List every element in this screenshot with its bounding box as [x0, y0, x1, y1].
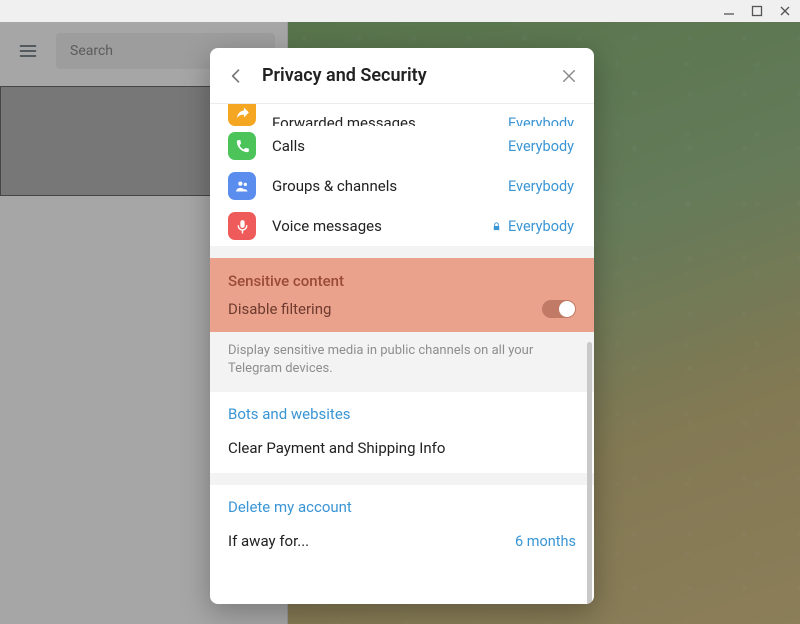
window-close-button[interactable] — [778, 4, 792, 18]
privacy-row-label: Groups & channels — [272, 177, 508, 195]
group-icon — [228, 172, 256, 200]
back-button[interactable] — [224, 64, 248, 88]
modal-body: Forwarded messagesEverybodyCallsEverybod… — [210, 104, 594, 604]
sensitive-content-description: Display sensitive media in public channe… — [210, 332, 594, 392]
window-minimize-button[interactable] — [722, 4, 736, 18]
if-away-label: If away for... — [228, 532, 515, 550]
app-window: Search ssaging Privacy and Security Forw… — [0, 0, 800, 624]
disable-filtering-label: Disable filtering — [228, 300, 542, 318]
delete-account-section: Delete my account If away for... 6 month… — [210, 485, 594, 566]
section-separator — [210, 246, 594, 258]
sensitive-content-section: Sensitive content Disable filtering — [210, 258, 594, 332]
window-titlebar — [0, 0, 800, 22]
modal-scroll: Forwarded messagesEverybodyCallsEverybod… — [210, 104, 594, 604]
clear-payment-row[interactable]: Clear Payment and Shipping Info — [210, 429, 594, 473]
modal-header: Privacy and Security — [210, 48, 594, 104]
privacy-security-modal: Privacy and Security Forwarded messagesE… — [210, 48, 594, 604]
privacy-row-forward[interactable]: Forwarded messagesEverybody — [210, 104, 594, 126]
clear-payment-label: Clear Payment and Shipping Info — [228, 439, 576, 457]
if-away-row[interactable]: If away for... 6 months — [210, 522, 594, 566]
phone-icon — [228, 132, 256, 160]
bots-section: Bots and websites Clear Payment and Ship… — [210, 392, 594, 473]
if-away-value: 6 months — [515, 533, 576, 550]
mic-icon — [228, 212, 256, 240]
privacy-row-group[interactable]: Groups & channelsEverybody — [210, 166, 594, 206]
privacy-row-label: Voice messages — [272, 217, 491, 235]
sensitive-content-header: Sensitive content — [210, 258, 594, 300]
disable-filtering-row[interactable]: Disable filtering — [210, 300, 594, 332]
modal-scrollbar[interactable] — [587, 342, 592, 604]
privacy-row-value: Everybody — [508, 138, 574, 155]
privacy-row-label: Forwarded messages — [272, 114, 508, 126]
section-separator — [210, 473, 594, 485]
privacy-row-value: Everybody — [508, 178, 574, 195]
modal-close-button[interactable] — [558, 65, 580, 87]
privacy-row-phone[interactable]: CallsEverybody — [210, 126, 594, 166]
forward-icon — [228, 104, 256, 126]
delete-account-header: Delete my account — [228, 498, 352, 516]
privacy-row-value: Everybody — [508, 115, 574, 126]
privacy-row-label: Calls — [272, 137, 508, 155]
privacy-row-value: Everybody — [491, 218, 574, 235]
bots-websites-header: Bots and websites — [228, 405, 351, 423]
disable-filtering-toggle[interactable] — [542, 300, 576, 318]
window-maximize-button[interactable] — [750, 4, 764, 18]
privacy-row-mic[interactable]: Voice messagesEverybody — [210, 206, 594, 246]
modal-title: Privacy and Security — [262, 65, 544, 86]
